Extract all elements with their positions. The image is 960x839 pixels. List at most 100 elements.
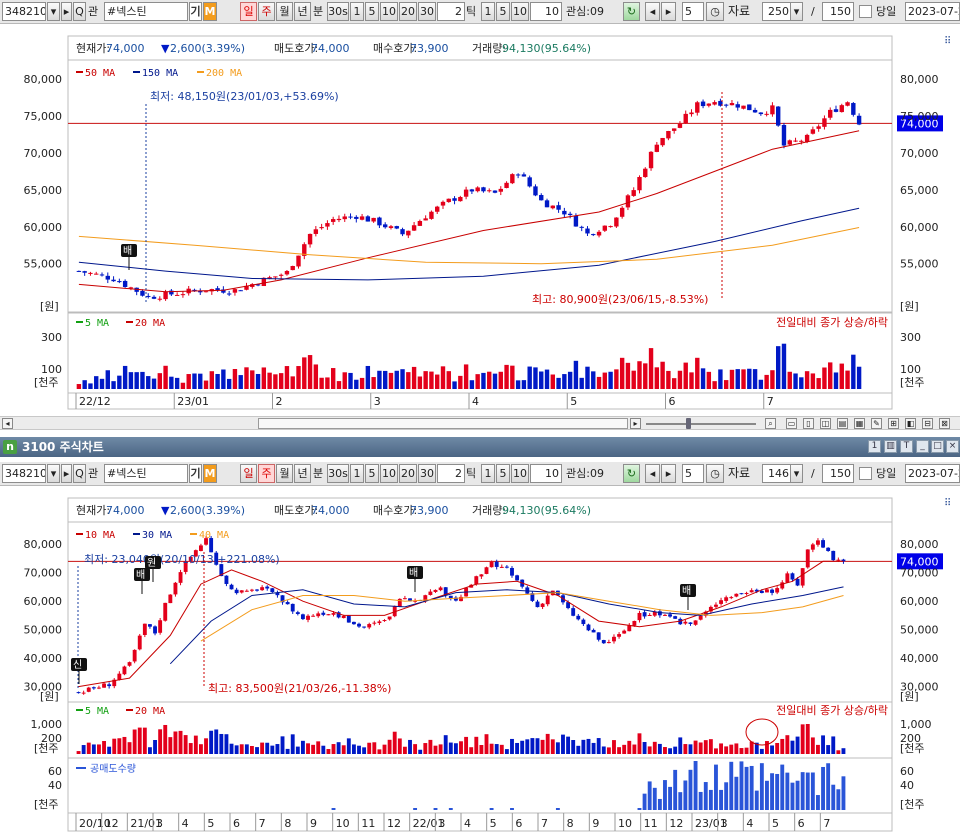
ki-button-2[interactable]: 기 (189, 464, 202, 483)
tick-10[interactable]: 10 (511, 2, 529, 21)
tick-10-2[interactable]: 10 (511, 464, 529, 483)
step-input-2[interactable]: 5 (682, 464, 704, 483)
period-year-tab-2[interactable]: 년 (294, 464, 311, 483)
window-help-icon[interactable]: 1 (868, 440, 881, 453)
window-list-icon[interactable]: ▥ (884, 440, 897, 453)
next-icon[interactable]: ▸ (661, 2, 676, 21)
tick-1[interactable]: 1 (481, 2, 495, 21)
change-arrow-icon: ▼ (161, 42, 170, 55)
scroll-right-button[interactable]: ▸ (630, 418, 641, 429)
tool-icon-2[interactable]: ▯ (803, 418, 814, 429)
min-30[interactable]: 30 (418, 2, 436, 21)
ten-input[interactable]: 10 (530, 2, 562, 21)
ten-input-2[interactable]: 10 (530, 464, 562, 483)
volume-bar (452, 381, 457, 389)
volume-bar (484, 734, 489, 754)
tool-icon-10[interactable]: ⊠ (939, 418, 950, 429)
refresh-icon[interactable]: ↻ (623, 2, 640, 21)
scroll-left-button[interactable]: ◂ (2, 418, 13, 429)
name-input[interactable]: #넥스틴 (104, 2, 188, 21)
code-dropdown[interactable]: ▾ (47, 2, 60, 21)
tick-5[interactable]: 5 (496, 2, 510, 21)
period-day-tab-2[interactable]: 일 (240, 464, 257, 483)
window-titlebar[interactable]: n 3100 주식차트 1 ▥ T _ □ × (0, 437, 960, 457)
min-30s-2[interactable]: 30s (327, 464, 349, 483)
candle-body (790, 573, 795, 580)
m-button[interactable]: M (203, 2, 217, 21)
tool-icon-3[interactable]: ◫ (820, 418, 831, 429)
period-month-tab-2[interactable]: 월 (276, 464, 293, 483)
search-icon-2[interactable]: Q (73, 464, 86, 483)
expand-icon[interactable]: ⠿ (944, 36, 951, 47)
step-input[interactable]: 5 (682, 2, 704, 21)
next-arrow-icon-2[interactable]: ▸ (61, 464, 72, 483)
tool-icon-5[interactable]: ▦ (854, 418, 865, 429)
period-week-tab-2[interactable]: 주 (258, 464, 275, 483)
prev-icon-2[interactable]: ◂ (645, 464, 660, 483)
min-1[interactable]: 1 (350, 2, 364, 21)
min-5[interactable]: 5 (365, 2, 379, 21)
min-10[interactable]: 10 (380, 2, 398, 21)
data-count-select-2[interactable]: 146 (762, 464, 792, 483)
window-minimize-icon[interactable]: _ (916, 440, 929, 453)
tool-icon-1[interactable]: ▭ (786, 418, 797, 429)
candle-body (146, 295, 151, 297)
tool-icon-8[interactable]: ◧ (905, 418, 916, 429)
min-5-2[interactable]: 5 (365, 464, 379, 483)
today-checkbox-2[interactable] (859, 467, 872, 480)
name-input-2[interactable]: #넥스틴 (104, 464, 188, 483)
data-count-dropdown[interactable]: ▾ (790, 2, 803, 21)
total-input[interactable]: 150 (822, 2, 854, 21)
next-arrow-icon[interactable]: ▸ (61, 2, 72, 21)
today-checkbox[interactable] (859, 5, 872, 18)
candle-body (810, 129, 816, 134)
search-icon[interactable]: Q (73, 2, 86, 21)
min-20-2[interactable]: 20 (399, 464, 417, 483)
weekly-chart[interactable]: ⠿ 현재가:74,000 ▼ 2,600(3.39%) 매도호가:74,000 매수호가… (0, 486, 960, 839)
period-year-tab[interactable]: 년 (294, 2, 311, 21)
clock-icon-2[interactable]: ◷ (706, 464, 724, 483)
total-input-2[interactable]: 150 (822, 464, 854, 483)
zoom-thumb[interactable] (686, 418, 691, 429)
window-pin-icon[interactable]: T (900, 440, 913, 453)
tick-5-2[interactable]: 5 (496, 464, 510, 483)
data-count-dropdown-2[interactable]: ▾ (790, 464, 803, 483)
min-30s[interactable]: 30s (327, 2, 349, 21)
zoom-slider[interactable] (646, 423, 756, 425)
min-20[interactable]: 20 (399, 2, 417, 21)
volume-bar (102, 741, 106, 754)
tick-input-2[interactable]: 2 (437, 464, 465, 483)
daily-chart[interactable]: ⠿ 현재가:74,000 ▼ 2,600(3.39%) 매도호가:74,000 매수호가… (0, 24, 960, 416)
ki-button[interactable]: 기 (189, 2, 202, 21)
tick-1-2[interactable]: 1 (481, 464, 495, 483)
min-1-2[interactable]: 1 (350, 464, 364, 483)
code-dropdown-2[interactable]: ▾ (47, 464, 60, 483)
tool-icon-6[interactable]: ✎ (871, 418, 882, 429)
volume-bar (677, 370, 683, 389)
period-week-tab[interactable]: 주 (258, 2, 275, 21)
refresh-icon-2[interactable]: ↻ (623, 464, 640, 483)
period-day-tab[interactable]: 일 (240, 2, 257, 21)
code-input[interactable]: 348210 (2, 2, 46, 21)
tool-icon-7[interactable]: ⊞ (888, 418, 899, 429)
date-input-2[interactable]: 2023-07-2 (905, 464, 960, 483)
tick-input[interactable]: 2 (437, 2, 465, 21)
date-input[interactable]: 2023-07-2 (905, 2, 960, 21)
m-button-2[interactable]: M (203, 464, 217, 483)
expand-icon-2[interactable]: ⠿ (944, 498, 951, 509)
clock-icon[interactable]: ◷ (706, 2, 724, 21)
zoom-icon[interactable]: ⌕ (765, 418, 776, 429)
window-close-icon[interactable]: × (946, 440, 959, 453)
tool-icon-4[interactable]: ▤ (837, 418, 848, 429)
min-10-2[interactable]: 10 (380, 464, 398, 483)
prev-icon[interactable]: ◂ (645, 2, 660, 21)
window-maximize-icon[interactable]: □ (931, 440, 944, 453)
tool-icon-9[interactable]: ⊟ (922, 418, 933, 429)
candle-body (856, 115, 862, 125)
scroll-track[interactable] (258, 418, 628, 429)
code-input-2[interactable]: 348210 (2, 464, 46, 483)
next-icon-2[interactable]: ▸ (661, 464, 676, 483)
period-month-tab[interactable]: 월 (276, 2, 293, 21)
min-30-2[interactable]: 30 (418, 464, 436, 483)
data-count-select[interactable]: 250 (762, 2, 792, 21)
